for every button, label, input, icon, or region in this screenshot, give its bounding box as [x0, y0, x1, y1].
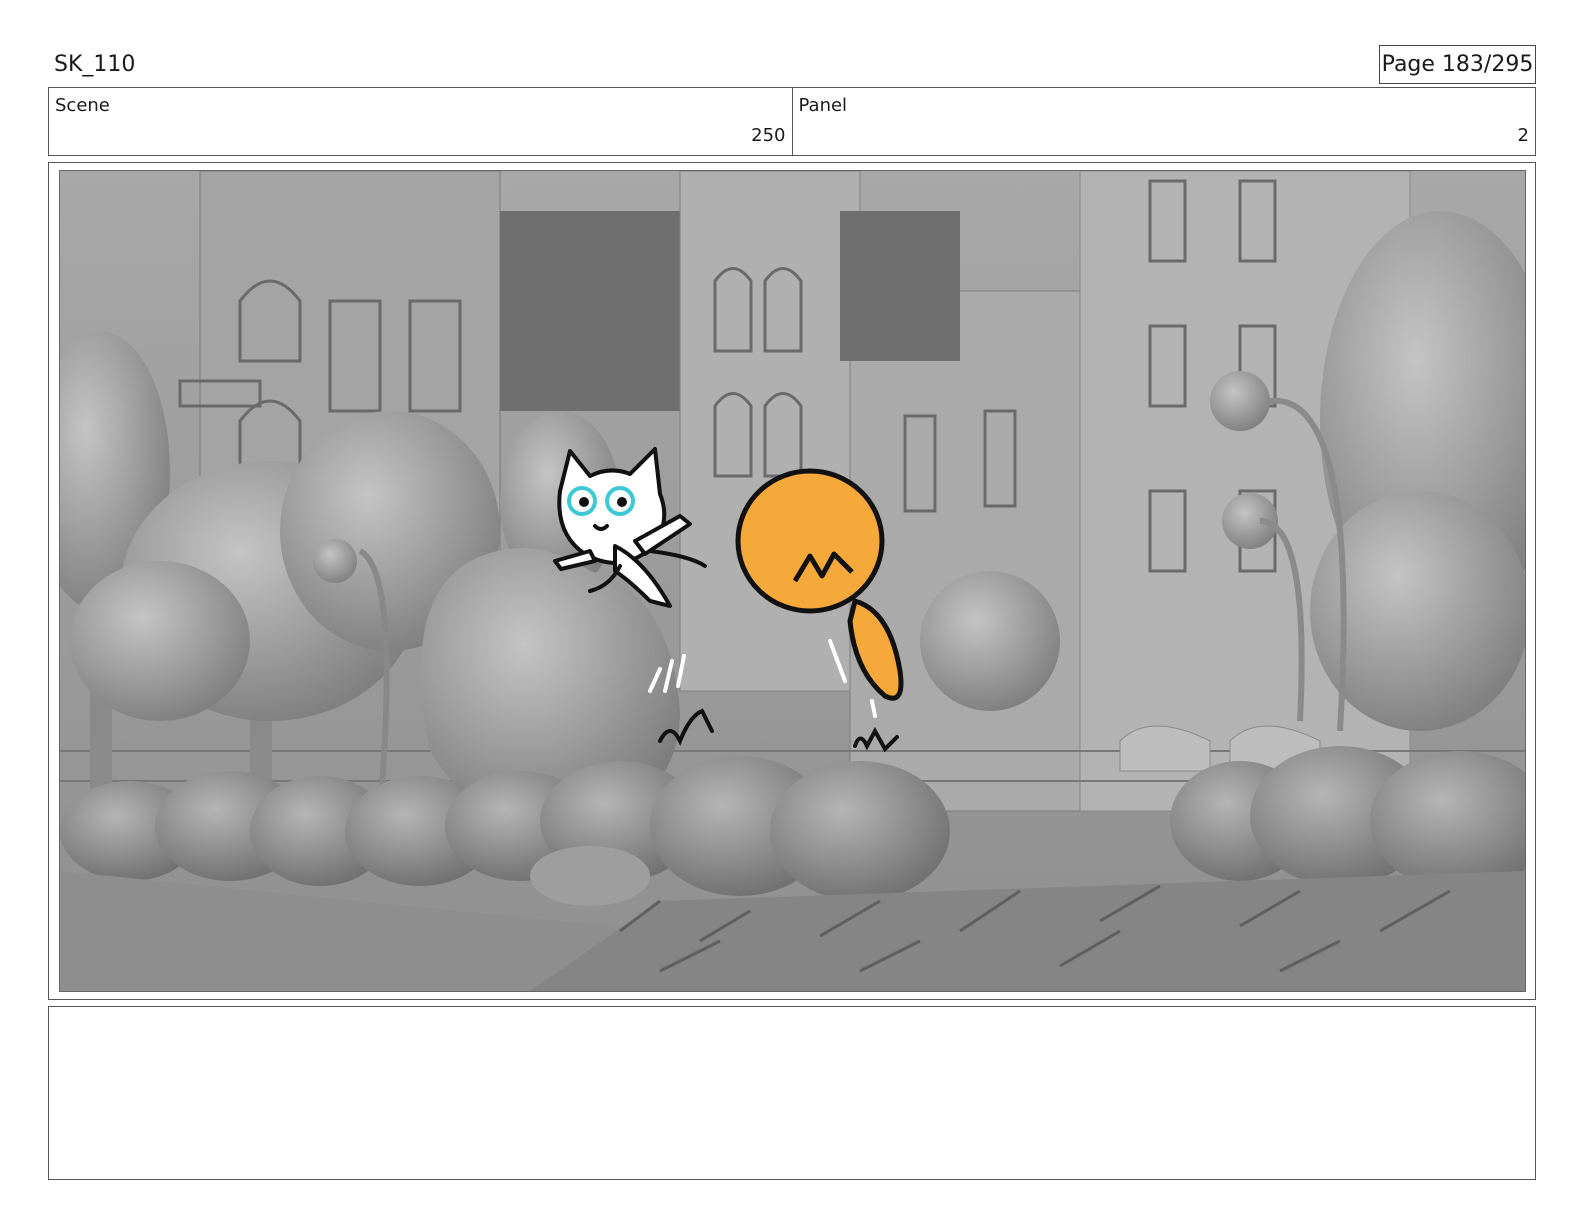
panel-cell: Panel 2	[791, 88, 1536, 155]
building-dark-block-2	[840, 211, 960, 361]
scene-number: 250	[751, 125, 786, 146]
scene-panel-header: Scene 250 Panel 2	[48, 87, 1536, 156]
scene-label: Scene	[55, 95, 110, 116]
page-number: Page 183/295	[1379, 45, 1536, 84]
panel-label: Panel	[798, 95, 848, 116]
sequence-id: SK_110	[54, 52, 136, 77]
storyboard-frame	[59, 170, 1526, 992]
notes-box	[48, 1006, 1536, 1180]
panel-number: 2	[1517, 125, 1529, 146]
building-dark-block	[500, 211, 680, 411]
scene-cell: Scene 250	[49, 88, 792, 155]
building-center	[679, 171, 861, 692]
storyboard-illustration	[60, 171, 1525, 991]
